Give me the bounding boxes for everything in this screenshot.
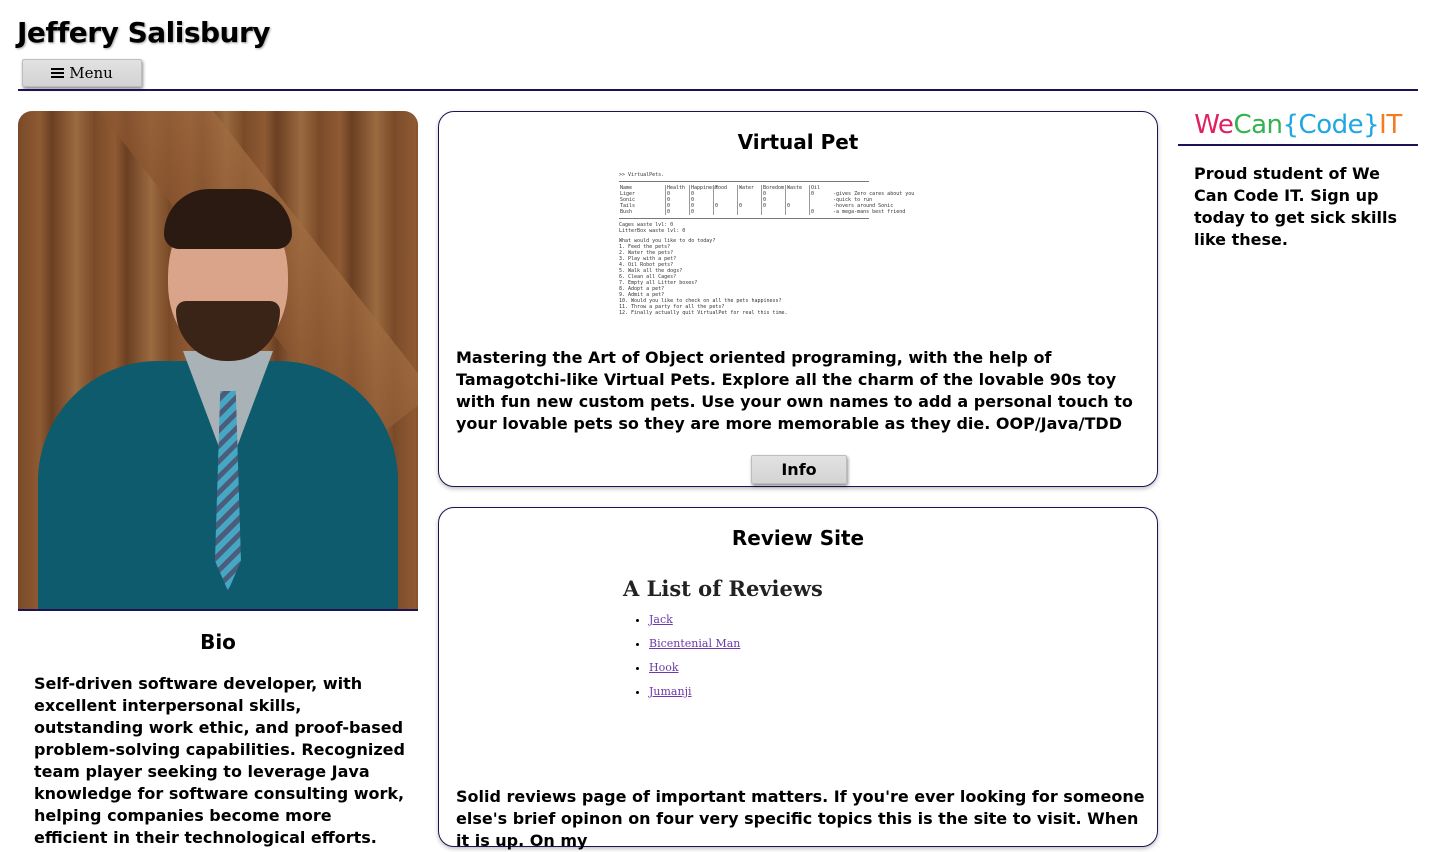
project-screenshot: A List of Reviews Jack Bicentenial Man H… [623,576,923,709]
project-description: Solid reviews page of important matters.… [456,787,1145,850]
project-screenshot: >> VirtualPets. Name Health Happiness Food W… [619,172,915,316]
wecancodeit-logo[interactable]: WeCan{Code}IT [1178,110,1418,140]
bio-text: Self-driven software developer, with exc… [34,674,405,847]
list-item: Bicentenial Man [649,637,923,650]
review-link: Hook [649,661,679,674]
review-link: Jack [649,613,673,626]
project-title: Virtual Pet [737,130,859,154]
project-card-review-site: Review Site A List of Reviews Jack Bicen… [438,507,1158,850]
review-link: Jumanji [649,685,692,698]
review-link: Bicentenial Man [649,637,741,650]
menu-button[interactable]: Menu [22,59,142,87]
project-description: Mastering the Art of Object oriented pro… [456,348,1133,433]
list-item: Hook [649,661,923,674]
reviews-heading: A List of Reviews [623,576,823,601]
list-item: Jack [649,613,923,626]
header-divider [18,89,1418,91]
sidebar-divider [1178,144,1418,146]
profile-photo [18,111,418,611]
project-card-virtual-pet: Virtual Pet >> VirtualPets. Name Health Ha… [438,111,1158,487]
site-title: Jeffery Salisbury [17,16,271,49]
menu-button-label: Menu [69,64,113,82]
hamburger-icon [51,66,65,80]
info-button[interactable]: Info [751,455,847,484]
list-item: Jumanji [649,685,923,698]
project-title: Review Site [731,526,865,550]
sidebar-text: Proud student of We Can Code IT. Sign up… [1194,164,1397,249]
bio-heading: Bio [200,630,236,654]
